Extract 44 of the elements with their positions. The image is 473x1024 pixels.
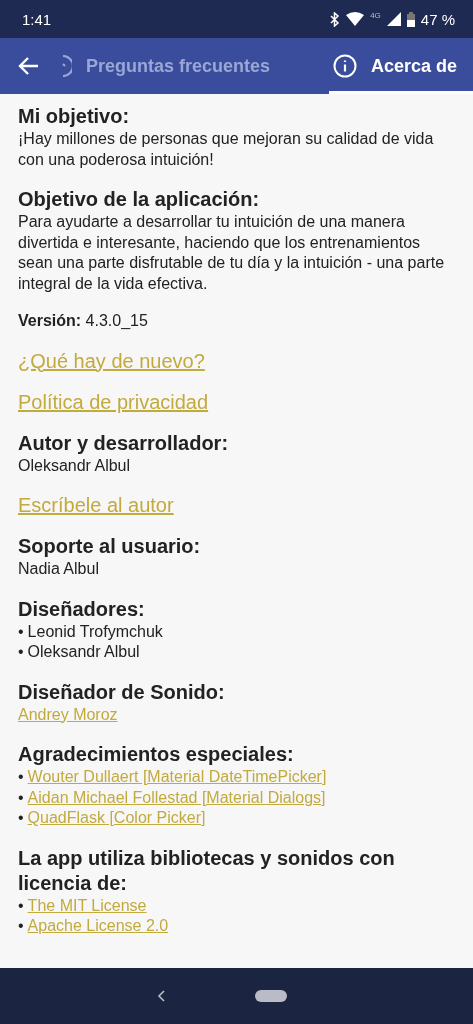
credit-link[interactable]: The MIT License [27,895,147,916]
bullet: • [18,621,24,642]
section-heading: Diseñador de Sonido: [18,679,226,705]
section-heading: Objetivo de la aplicación: [18,187,261,212]
credit-link[interactable]: Andrey Moroz [18,704,118,725]
section-heading: La app utiliza bibliotecas y sonidos con licencia de: [18,845,396,896]
back-arrow-icon [18,56,40,76]
section-heading: Autor y desarrollador: [18,430,230,456]
bullet: • [18,787,24,808]
section-heading: Diseñadores: [18,596,146,622]
info-icon [332,54,357,78]
name-text: Leonid Trofymchuk [27,621,163,642]
bullet: • [18,916,24,936]
battery-level: 47 % [420,10,455,28]
text-link[interactable]: ¿Qué hay de nuevo? [18,348,205,373]
wifi-icon [346,12,365,26]
credit-link[interactable]: QuadFlask [Color Picker] [27,808,206,829]
version-text: Versión: 4.3.0_15 [18,311,149,331]
credit-link[interactable]: Aidan Michael Follestad [Material Dialogs] [27,787,326,808]
bullet: • [18,642,24,662]
section-text: ¡Hay millones de personas que mejoran su calidad de vida con una poderosa intuición! [18,129,435,170]
signal-icon [386,12,401,26]
status-time: 1:41 [22,10,52,28]
network-type: 4G [370,10,381,20]
tab[interactable]: Preguntas frecuentes [58,38,329,94]
bluetooth-icon [330,11,341,27]
section-text: Para ayudarte a desarrollar tu intuición de una manera divertida e interesante, haciendo que los entrenamientos sean una parte disfrutable de tu día y la intuición - una parte integral de la vida efectiva. [18,212,446,294]
section-text: Nadia Albul [18,559,100,579]
battery-icon [406,11,415,27]
name-text: Oleksandr Albul [27,642,140,662]
credit-link[interactable]: Apache License 2.0 [27,916,169,937]
bullet: • [18,895,24,916]
text-link[interactable]: Escríbele al autor [18,493,174,517]
credit-link[interactable]: Wouter Dullaert [Material DateTimePicker] [27,767,327,788]
tab[interactable]: Acerca de [328,38,473,94]
section-heading: Soporte al usuario: [18,534,202,559]
section-heading: Mi objetivo: [18,104,131,129]
back-nav-icon[interactable] [156,990,165,1002]
bullet: • [18,808,24,828]
section-text: Oleksandr Albul [18,455,132,476]
section-heading: Agradecimientos especiales: [18,742,295,767]
home-pill[interactable] [254,990,287,1002]
text-link[interactable]: Política de privacidad [18,389,209,414]
bullet: • [18,767,24,787]
